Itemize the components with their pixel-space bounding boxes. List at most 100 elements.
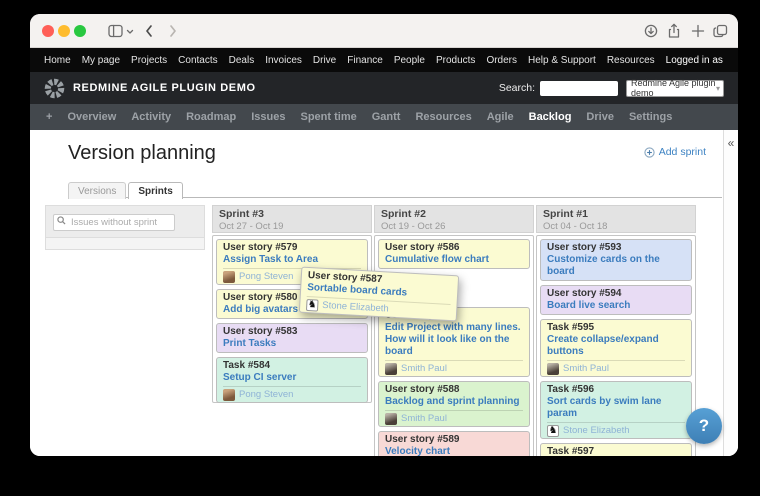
topnav-item-invoices[interactable]: Invoices [265,55,302,66]
avatar-user-photo [385,363,397,375]
card-assignee-name[interactable]: Smith Paul [563,363,609,374]
new-tab-icon[interactable] [691,24,705,38]
close-window-button[interactable] [42,25,54,37]
add-sprint-button[interactable]: Add sprint [644,146,706,158]
card-assignee-row: ♞ Stone Elizabeth [547,422,685,436]
topnav-item-contacts[interactable]: Contacts [178,55,217,66]
downloads-icon[interactable] [644,24,658,38]
card-subject-link[interactable]: Customize cards on the board [547,254,685,278]
issue-card[interactable]: User story #586Cumulative flow chart [378,239,530,269]
card-subject-link[interactable]: Velocity chart [385,446,523,456]
sprint-board: Sprint #3Oct 27 - Oct 19User story #579A… [212,205,696,456]
sprint-column-body: User story #593Customize cards on the bo… [536,235,696,456]
sprint-column-header[interactable]: Sprint #2Oct 19 - Oct 26 [374,205,534,233]
mainnav-tab-roadmap[interactable]: Roadmap [186,111,236,123]
topnav-item-home[interactable]: Home [44,55,71,66]
card-id: User story #589 [385,434,523,446]
card-subject-link[interactable]: Board live search [547,300,685,312]
card-subject-link[interactable]: Assign Task to Area [223,254,361,266]
issues-without-sprint-search-input[interactable] [53,214,175,231]
card-assignee-row: Smith Paul [385,360,523,374]
mainnav-tab-spent-time[interactable]: Spent time [300,111,356,123]
issue-card[interactable]: User story #593Customize cards on the bo… [540,239,692,281]
browser-chrome [30,14,738,48]
share-icon[interactable] [667,23,681,39]
issue-card[interactable]: Task #597New card field selection viewSm… [540,443,692,456]
topnav-item-finance[interactable]: Finance [347,55,383,66]
mainnav-tab-settings[interactable]: Settings [629,111,672,123]
mainnav-tab-agile[interactable]: Agile [487,111,514,123]
browser-window: Home My page Projects Contacts Deals Invoices… [30,14,738,456]
sprint-dates: Oct 27 - Oct 19 [219,221,365,232]
issue-card[interactable]: User story #589Velocity chart [378,431,530,456]
chevron-down-icon: ▾ [716,84,720,93]
sidebar-toggle-icon[interactable] [108,24,124,38]
card-subject-link[interactable]: Setup CI server [223,372,361,384]
sidebar-chevron-down-icon[interactable] [126,29,134,35]
page-title: Version planning [68,142,216,165]
mainnav-tab-overview[interactable]: Overview [67,111,116,123]
card-subject-link[interactable]: Cumulative flow chart [385,254,523,266]
card-assignee-name[interactable]: Smith Paul [401,363,447,374]
back-button[interactable] [144,24,154,38]
card-assignee-row: Smith Paul [547,360,685,374]
tab-overview-icon[interactable] [713,24,728,38]
avatar-chess-knight-icon: ♞ [547,425,559,437]
card-assignee-name[interactable]: Pong Steven [239,389,293,400]
forward-button[interactable] [168,24,178,38]
card-id: User story #586 [385,242,523,254]
topnav-item-projects[interactable]: Projects [131,55,167,66]
sprint-column-header[interactable]: Sprint #3Oct 27 - Oct 19 [212,205,372,233]
topnav-item-resources[interactable]: Resources [607,55,655,66]
sprint-column-body: User story #586Cumulative flow chartUser… [374,235,534,456]
mainnav-add-button[interactable]: + [46,111,52,123]
expand-sidebar-button[interactable]: « [728,136,735,150]
global-search-input[interactable] [540,81,618,96]
minimize-window-button[interactable] [58,25,70,37]
card-subject-link[interactable]: Create collapse/expand buttons [547,334,685,358]
mainnav-tab-backlog[interactable]: Backlog [529,111,572,123]
issue-card[interactable]: Task #596Sort cards by swim lane param♞S… [540,381,692,439]
subtab-sprints[interactable]: Sprints [128,182,182,199]
issue-card[interactable]: Task #584Setup CI serverPong Steven [216,357,368,403]
topnav-item-orders[interactable]: Orders [486,55,517,66]
dragged-issue-card[interactable]: User story #587Sortable board cards♞Ston… [299,267,459,322]
avatar-chess-knight-icon: ♞ [306,298,319,311]
zoom-window-button[interactable] [74,25,86,37]
page-content: Version planning Add sprint « VersionsSp… [30,130,738,456]
card-subject-link[interactable]: Sort cards by swim lane param [547,396,685,420]
issue-card[interactable]: User story #588Backlog and sprint planni… [378,381,530,427]
card-assignee-name[interactable]: Smith Paul [401,413,447,424]
subtab-versions[interactable]: Versions [68,182,126,199]
mainnav-tab-drive[interactable]: Drive [586,111,614,123]
issues-without-sprint-panel [45,205,205,250]
search-icon [57,216,66,225]
mainnav-tab-issues[interactable]: Issues [251,111,285,123]
card-assignee-row: Pong Steven [223,386,361,400]
help-button[interactable]: ? [686,408,722,444]
mainnav-tab-resources[interactable]: Resources [415,111,471,123]
card-id: User story #583 [223,326,361,338]
card-subject-link[interactable]: Edit Project with many lines. How will i… [385,322,523,358]
issue-card[interactable]: User story #583Print Tasks [216,323,368,353]
card-subject-link[interactable]: Print Tasks [223,338,361,350]
search-label: Search: [499,82,535,94]
issue-card[interactable]: Task #595Create collapse/expand buttonsS… [540,319,692,377]
logged-in-label: Logged in as [666,55,723,66]
mainnav-tab-activity[interactable]: Activity [131,111,171,123]
topnav-item-help-support[interactable]: Help & Support [528,55,596,66]
topnav-item-people[interactable]: People [394,55,425,66]
card-assignee-name[interactable]: Pong Steven [239,271,293,282]
project-jump-select[interactable]: Redmine Agile plugin demo ▾ [626,80,724,97]
issue-card[interactable]: User story #594Board live search [540,285,692,315]
topnav-item-drive[interactable]: Drive [313,55,336,66]
card-assignee-name[interactable]: Stone Elizabeth [322,300,389,315]
sprint-name: Sprint #3 [219,208,365,221]
sprint-column-header[interactable]: Sprint #1Oct 04 - Oct 18 [536,205,696,233]
topnav-item-deals[interactable]: Deals [229,55,255,66]
mainnav-tab-gantt[interactable]: Gantt [372,111,401,123]
topnav-item-products[interactable]: Products [436,55,475,66]
card-subject-link[interactable]: Backlog and sprint planning [385,396,523,408]
topnav-item-my-page[interactable]: My page [82,55,120,66]
card-assignee-name[interactable]: Stone Elizabeth [563,425,630,436]
